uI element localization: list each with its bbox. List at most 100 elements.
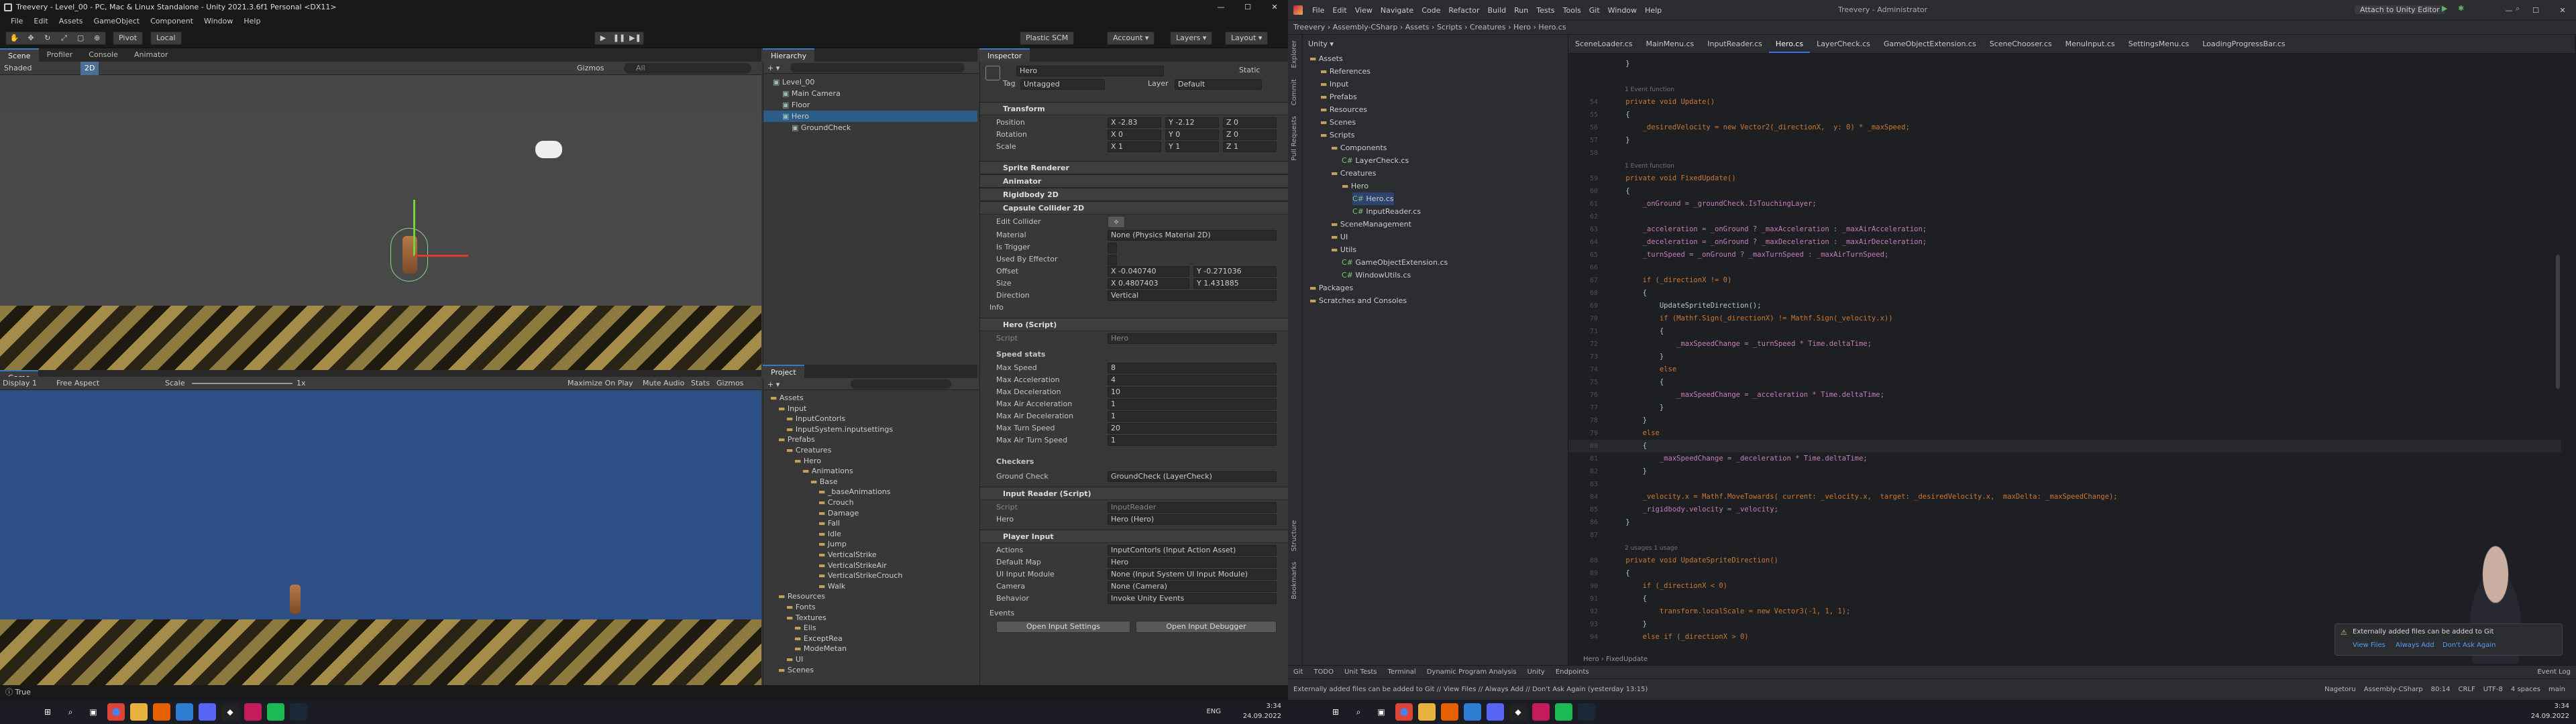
scale-x-field[interactable]: X 1	[1108, 141, 1161, 152]
scale-slider[interactable]	[192, 383, 292, 384]
search-icon-2[interactable]: ⌕	[1350, 703, 1367, 721]
run-icon[interactable]: ▶	[2442, 4, 2447, 13]
project-item[interactable]: ▬ Input	[763, 404, 977, 414]
unity-tool-button[interactable]: Unity	[1522, 668, 1550, 676]
rider-tree-item[interactable]: ▬ Scenes	[1320, 116, 1356, 129]
rider-tree-item[interactable]: ▬ UI	[1331, 231, 1348, 243]
project-item[interactable]: ▬ Idle	[763, 529, 977, 539]
open-input-settings-button[interactable]: Open Input Settings	[996, 621, 1130, 633]
input-reader-hero-field[interactable]: Hero (Hero)	[1108, 514, 1277, 525]
layers-dropdown[interactable]: Layers ▾	[1170, 32, 1213, 45]
input-reader-header[interactable]: Input Reader (Script)	[980, 487, 1288, 500]
project-item[interactable]: ▬ ModeMetan	[763, 644, 977, 654]
pause-icon[interactable]: ❚❚	[611, 32, 627, 44]
code-vision-hint[interactable]: 1 Event function	[1625, 162, 1674, 171]
rider-menu-edit[interactable]: Edit	[1328, 6, 1350, 15]
transform-tool-icon[interactable]: ⊕	[89, 32, 105, 44]
used-by-effector-checkbox[interactable]	[1108, 255, 1117, 265]
project-item[interactable]: ▬ InputSystem.inputsettings	[763, 424, 977, 434]
rider-menu-view[interactable]: View	[1351, 6, 1377, 15]
scale-tool-icon[interactable]: ⤢	[56, 32, 72, 44]
events-foldout[interactable]: Events	[989, 607, 1014, 619]
create-asset-button[interactable]: + ▾	[767, 378, 780, 391]
speed-stat-field[interactable]: 1	[1108, 435, 1277, 446]
status-message[interactable]: Externally added files can be added to G…	[1293, 679, 1648, 700]
crumb-file[interactable]: Hero.cs	[1538, 23, 1566, 32]
rider-taskbar-icon-2[interactable]	[1532, 703, 1550, 721]
rider-tree-item[interactable]: ▬ Prefabs	[1320, 90, 1357, 103]
rider-close-icon[interactable]: ✕	[2549, 6, 2576, 15]
hierarchy-item[interactable]: ▣ Floor	[763, 99, 977, 111]
stats-toggle[interactable]: Stats	[691, 377, 710, 390]
position-z-field[interactable]: Z 0	[1223, 117, 1277, 128]
offset-y-field[interactable]: Y -0.271036	[1193, 266, 1277, 277]
git-tool-button[interactable]: Git	[1288, 668, 1308, 676]
hierarchy-item[interactable]: ▣ Main Camera	[763, 88, 977, 99]
rider-tree-item[interactable]: C# LayerCheck.cs	[1342, 154, 1409, 167]
editor-tab[interactable]: MainMenu.cs	[1639, 35, 1701, 53]
player-input-field[interactable]: None (Camera)	[1108, 581, 1277, 592]
shading-dropdown[interactable]: Shaded	[4, 62, 32, 75]
speed-stat-field[interactable]: 10	[1108, 387, 1277, 398]
play-icon[interactable]: ▶	[595, 32, 611, 44]
rider-tree-item[interactable]: C# WindowUtils.cs	[1342, 269, 1411, 282]
rider-tree-item[interactable]: ▬ Input	[1320, 78, 1348, 90]
status-indent[interactable]: 4 spaces	[2507, 679, 2544, 700]
rider-menu-file[interactable]: File	[1308, 6, 1328, 15]
firefox-icon[interactable]	[153, 703, 170, 721]
crumb-hero[interactable]: Hero	[1513, 23, 1531, 32]
hero-script-header[interactable]: Hero (Script)	[980, 318, 1288, 331]
tag-dropdown[interactable]: Untagged	[1020, 79, 1105, 90]
project-item[interactable]: ▬ Textures	[763, 613, 977, 623]
explorer-icon[interactable]	[130, 703, 148, 721]
scale-z-field[interactable]: Z 1	[1223, 141, 1277, 152]
project-item[interactable]: ▬ Hero	[763, 456, 977, 466]
account-dropdown[interactable]: Account ▾	[1107, 32, 1155, 45]
scene-view[interactable]	[0, 75, 761, 370]
scene-gizmos-dropdown[interactable]: Gizmos	[577, 62, 604, 75]
spotify-icon-2[interactable]	[1555, 703, 1572, 721]
aspect-dropdown[interactable]: Free Aspect	[56, 377, 99, 390]
dont-ask-link[interactable]: Don't Ask Again	[2443, 642, 2496, 649]
code-scrollbar[interactable]	[2556, 255, 2560, 389]
editor-tab[interactable]: SettingsMenu.cs	[2122, 35, 2196, 53]
code-vision-hint[interactable]: 2 usages 1 usage	[1625, 544, 1678, 553]
rotation-x-field[interactable]: X 0	[1108, 129, 1161, 140]
app-icon[interactable]	[176, 703, 193, 721]
rigidbody-header[interactable]: Rigidbody 2D	[980, 188, 1288, 201]
menu-gameobject[interactable]: GameObject	[89, 15, 146, 28]
position-y-field[interactable]: Y -2.12	[1165, 117, 1219, 128]
layout-dropdown[interactable]: Layout ▾	[1225, 32, 1269, 45]
offset-x-field[interactable]: X -0.040740	[1108, 266, 1189, 277]
rider-tree-item[interactable]: C# GameObjectExtension.cs	[1342, 256, 1448, 269]
task-view-icon[interactable]: ▣	[85, 703, 102, 721]
steam-icon[interactable]	[290, 703, 307, 721]
transform-header[interactable]: Transform	[980, 102, 1288, 115]
project-item[interactable]: ▬ InputContorls	[763, 414, 977, 424]
plastic-scm-button[interactable]: Plastic SCM	[1020, 32, 1075, 45]
rider-menu-navigate[interactable]: Navigate	[1377, 6, 1417, 15]
debug-icon[interactable]: ✱	[2458, 4, 2464, 13]
rider-tree-item[interactable]: ▬ Resources	[1320, 103, 1367, 116]
status-encoding[interactable]: UTF-8	[2479, 679, 2507, 700]
move-gizmo-y-axis[interactable]	[413, 200, 415, 256]
rider-menu-run[interactable]: Run	[1510, 6, 1532, 15]
bottom-crumb-class[interactable]: Hero	[1583, 656, 1599, 663]
rider-tree-item[interactable]: C# Hero.cs	[1352, 192, 1394, 205]
project-search-input[interactable]	[851, 379, 951, 389]
unity-hub-icon-2[interactable]: ◆	[1509, 703, 1527, 721]
crumb-scripts[interactable]: Scripts	[1437, 23, 1462, 32]
editor-tab[interactable]: GameObjectExtension.cs	[1877, 35, 1983, 53]
editor-tab[interactable]: SceneLoader.cs	[1568, 35, 1639, 53]
task-view-icon-2[interactable]: ▣	[1373, 703, 1390, 721]
project-item[interactable]: ▬ VerticalStrikeAir	[763, 560, 977, 570]
pivot-toggle[interactable]: Pivot	[113, 32, 144, 45]
rotation-y-field[interactable]: Y 0	[1165, 129, 1219, 140]
add-object-button[interactable]: + ▾	[767, 62, 780, 75]
rider-menu-build[interactable]: Build	[1484, 6, 1511, 15]
view-files-link[interactable]: View Files	[2353, 642, 2385, 649]
rider-tree-item[interactable]: ▬ References	[1320, 65, 1371, 78]
maximize-icon[interactable]: ☐	[1234, 0, 1261, 15]
object-name-field[interactable]: Hero	[1016, 66, 1164, 76]
2d-toggle[interactable]: 2D	[80, 62, 99, 75]
